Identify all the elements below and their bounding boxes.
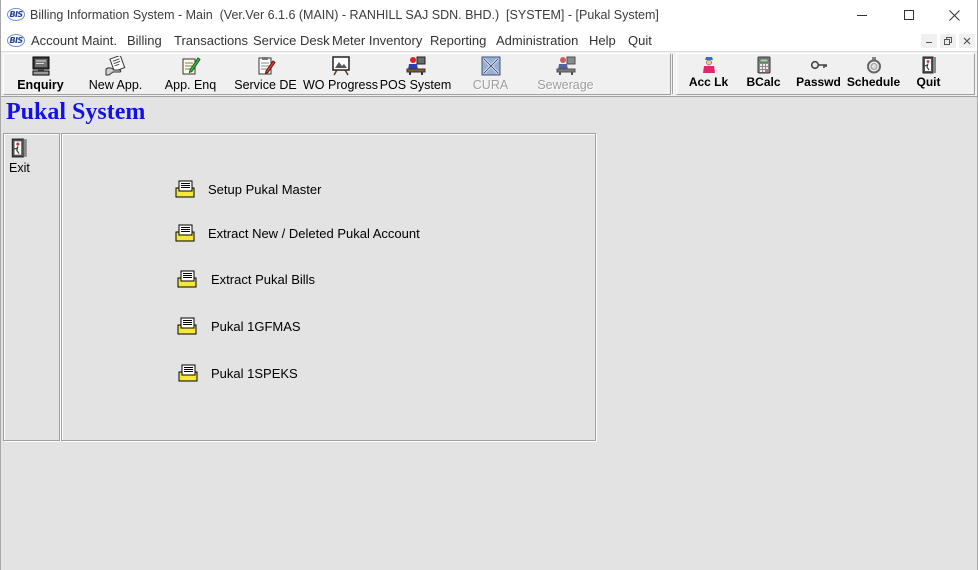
pos-system-button[interactable]: POS System bbox=[378, 52, 453, 96]
document-tray-icon bbox=[177, 317, 197, 335]
enquiry-button[interactable]: Enquiry bbox=[3, 52, 78, 96]
menu-help[interactable]: Help bbox=[589, 33, 616, 49]
sidebar-panel: Exit bbox=[3, 133, 60, 441]
close-icon bbox=[949, 10, 960, 21]
maximize-icon bbox=[904, 10, 914, 20]
exit-label: Exit bbox=[9, 161, 30, 175]
service-de-button[interactable]: Service DE bbox=[228, 52, 303, 96]
menu-transactions[interactable]: Transactions bbox=[174, 33, 248, 49]
mdi-close-button[interactable] bbox=[959, 34, 975, 48]
bcalc-button[interactable]: BCalc bbox=[736, 52, 791, 96]
wo-progress-label: WO Progress bbox=[303, 78, 379, 92]
option-label: Setup Pukal Master bbox=[208, 182, 322, 197]
option-extract-pukal-bills[interactable]: Extract Pukal Bills bbox=[177, 270, 377, 288]
option-label: Extract Pukal Bills bbox=[211, 272, 316, 287]
document-tray-icon bbox=[175, 180, 195, 198]
menu-service-desk[interactable]: Service Desk bbox=[253, 33, 330, 49]
menu-reporting[interactable]: Reporting bbox=[430, 33, 486, 49]
sewerage-label: Sewerage bbox=[537, 78, 594, 92]
new-application-icon bbox=[105, 56, 125, 76]
option-pukal-1speks[interactable]: Pukal 1SPEKS bbox=[178, 364, 378, 382]
app-enq-button[interactable]: App. Enq bbox=[153, 52, 228, 96]
toolbar-separator bbox=[672, 54, 674, 94]
app-enq-label: App. Enq bbox=[164, 78, 217, 92]
minimize-icon bbox=[857, 15, 867, 16]
easel-board-icon bbox=[331, 56, 350, 76]
close-button[interactable] bbox=[931, 0, 977, 31]
new-app-label: New App. bbox=[88, 78, 143, 92]
option-setup-pukal-master[interactable]: Setup Pukal Master bbox=[175, 180, 435, 198]
cashier-icon bbox=[406, 56, 425, 75]
passwd-label: Passwd bbox=[796, 75, 841, 89]
menu-quit[interactable]: Quit bbox=[628, 33, 652, 49]
notepad-pencil-icon bbox=[182, 57, 201, 75]
window-title: Billing Information System - Main (Ver.V… bbox=[30, 8, 659, 22]
acc-lk-label: Acc Lk bbox=[688, 75, 729, 89]
calculator-icon bbox=[757, 56, 770, 74]
app-logo: BIS bbox=[7, 8, 25, 21]
toolbar: Enquiry New App. App. Enq Service DE WO … bbox=[0, 51, 978, 97]
key-icon bbox=[810, 60, 827, 70]
schedule-label: Schedule bbox=[846, 75, 901, 89]
service-de-label: Service DE bbox=[234, 78, 297, 92]
option-label: Extract New / Deleted Pukal Account bbox=[208, 226, 420, 241]
schedule-icon bbox=[866, 57, 881, 74]
options-panel: Setup Pukal Master Extract New / Deleted… bbox=[61, 133, 596, 441]
menu-bar: BIS Account Maint. Billing Transactions … bbox=[0, 31, 978, 51]
pos-system-label: POS System bbox=[379, 78, 452, 92]
wo-progress-button[interactable]: WO Progress bbox=[303, 52, 378, 96]
mdi-minimize-button[interactable] bbox=[921, 34, 937, 48]
sewerage-icon bbox=[556, 56, 575, 75]
option-pukal-1gfmas[interactable]: Pukal 1GFMAS bbox=[177, 317, 377, 335]
mdi-child-logo[interactable]: BIS bbox=[7, 34, 25, 47]
mdi-restore-button[interactable] bbox=[940, 34, 956, 48]
mdi-restore-icon bbox=[944, 37, 952, 45]
computer-icon bbox=[32, 56, 49, 76]
minimize-button[interactable] bbox=[839, 0, 885, 31]
menu-account-maint[interactable]: Account Maint. bbox=[31, 33, 117, 49]
quit-button[interactable]: Quit bbox=[901, 52, 956, 96]
title-bar[interactable]: BIS Billing Information System - Main (V… bbox=[0, 0, 978, 31]
document-tray-icon bbox=[178, 364, 198, 382]
document-tray-icon bbox=[175, 224, 195, 242]
cura-button: CURA bbox=[453, 52, 528, 96]
acc-lk-button[interactable]: Acc Lk bbox=[681, 52, 736, 96]
maximize-button[interactable] bbox=[885, 0, 931, 31]
exit-door-icon bbox=[922, 56, 936, 74]
clipboard-pencil-icon bbox=[258, 57, 276, 75]
bcalc-label: BCalc bbox=[746, 75, 781, 89]
passwd-button[interactable]: Passwd bbox=[791, 52, 846, 96]
option-extract-new-deleted-pukal-account[interactable]: Extract New / Deleted Pukal Account bbox=[175, 224, 435, 242]
cura-label: CURA bbox=[472, 78, 509, 92]
enquiry-label: Enquiry bbox=[17, 78, 64, 92]
quit-label: Quit bbox=[916, 75, 941, 89]
exit-door-icon bbox=[11, 138, 27, 158]
new-app-button[interactable]: New App. bbox=[78, 52, 153, 96]
option-label: Pukal 1GFMAS bbox=[211, 319, 301, 334]
option-label: Pukal 1SPEKS bbox=[211, 366, 298, 381]
mdi-close-icon bbox=[963, 37, 971, 45]
account-lookup-icon bbox=[702, 57, 715, 73]
menu-meter-inventory[interactable]: Meter Inventory bbox=[332, 33, 422, 49]
menu-administration[interactable]: Administration bbox=[496, 33, 578, 49]
form-title: Pukal System bbox=[6, 99, 146, 125]
sewerage-button: Sewerage bbox=[528, 52, 603, 96]
mdi-minimize-icon bbox=[926, 42, 932, 43]
document-tray-icon bbox=[177, 270, 197, 288]
menu-billing[interactable]: Billing bbox=[127, 33, 162, 49]
exit-button[interactable]: Exit bbox=[9, 138, 35, 175]
schedule-button[interactable]: Schedule bbox=[846, 52, 901, 96]
cura-icon bbox=[481, 56, 500, 76]
